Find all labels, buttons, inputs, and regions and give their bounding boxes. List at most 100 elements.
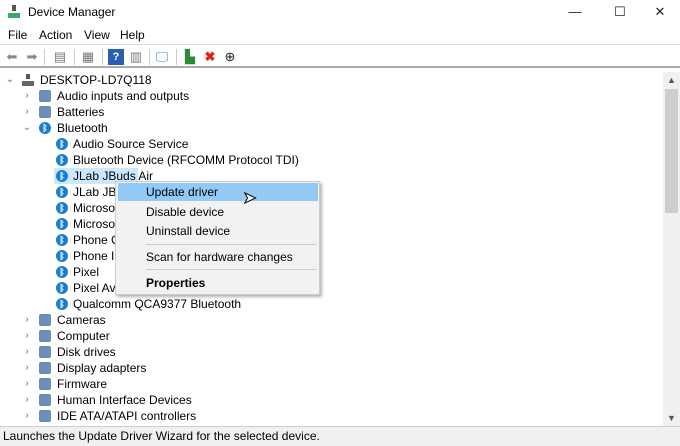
device-manager-icon (8, 5, 20, 19)
speaker-icon (39, 90, 51, 102)
minimize-button[interactable]: — (555, 0, 595, 24)
category-label: Display adapters (57, 361, 147, 375)
tree-device[interactable]: ᛒ Pixel Av (54, 280, 115, 296)
bluetooth-icon: ᛒ (56, 266, 68, 278)
chevron-down-icon[interactable]: ⌄ (22, 120, 32, 136)
scrollbar-thumb[interactable] (665, 89, 678, 213)
computer-icon (22, 74, 34, 86)
back-icon[interactable]: ⬅ (4, 49, 20, 65)
tree-device[interactable]: ᛒ Phone In (54, 248, 121, 264)
category-label: Firmware (57, 377, 107, 391)
update-driver-icon[interactable]: ▙ (182, 49, 198, 65)
device-label: Phone C (73, 233, 120, 247)
tree-category[interactable]: › Cameras (0, 312, 400, 328)
category-label: Cameras (57, 313, 106, 327)
bluetooth-icon: ᛒ (39, 122, 51, 134)
scan-hardware-icon[interactable]: 🖵 (154, 49, 170, 65)
bluetooth-icon: ᛒ (56, 186, 68, 198)
category-label: Human Interface Devices (57, 393, 192, 407)
tree-device[interactable]: ᛒ Pixel (54, 264, 99, 280)
chevron-right-icon[interactable]: › (22, 312, 32, 328)
menu-view[interactable]: View (84, 28, 110, 42)
device-label: Bluetooth Device (RFCOMM Protocol TDI) (73, 153, 299, 167)
device-label: Pixel Av (73, 281, 116, 295)
menu-item-update-driver[interactable]: Update driver (118, 183, 318, 201)
category-label: Bluetooth (57, 121, 108, 135)
chevron-right-icon[interactable]: › (22, 360, 32, 376)
scroll-up-arrow-icon[interactable]: ▲ (663, 72, 680, 88)
disk-drive-icon (39, 346, 51, 358)
close-button[interactable]: ✕ (640, 0, 680, 24)
category-label: Disk drives (57, 345, 116, 359)
category-label: IDE ATA/ATAPI controllers (57, 409, 197, 423)
tree-category[interactable]: › Audio inputs and outputs (0, 88, 400, 104)
chevron-down-icon[interactable]: ⌄ (5, 72, 15, 88)
menu-action[interactable]: Action (39, 28, 72, 42)
tree-device[interactable]: ᛒ Phone C (54, 232, 120, 248)
hid-icon (39, 394, 51, 406)
tree-category[interactable]: › Human Interface Devices (0, 392, 400, 408)
menu-file[interactable]: File (8, 28, 27, 42)
device-label: Microsof (73, 201, 119, 215)
tree-category[interactable]: › Firmware (0, 376, 400, 392)
display-adapter-icon (39, 362, 51, 374)
tree-device[interactable]: ᛒ Qualcomm QCA9377 Bluetooth (54, 296, 241, 312)
help-icon[interactable]: ? (108, 49, 124, 65)
maximize-button[interactable]: ☐ (600, 0, 640, 24)
tree-device[interactable]: ᛒ Bluetooth Device (RFCOMM Protocol TDI) (54, 152, 299, 168)
tree-device[interactable]: ᛒ Microsof (54, 216, 118, 232)
scroll-down-arrow-icon[interactable]: ▼ (663, 410, 680, 426)
bluetooth-icon: ᛒ (56, 154, 68, 166)
device-label: Audio Source Service (73, 137, 189, 151)
title-bar: Device Manager — ☐ ✕ (0, 0, 680, 24)
bluetooth-icon: ᛒ (56, 234, 68, 246)
tree-category[interactable]: › Computer (0, 328, 400, 344)
disable-icon[interactable]: ⊕ (222, 49, 238, 65)
context-menu: Update driver Disable device Uninstall d… (115, 181, 320, 295)
tree-device[interactable]: ᛒ Audio Source Service (54, 136, 188, 152)
vertical-scrollbar[interactable]: ▲ ▼ (663, 72, 680, 426)
action-pane-icon[interactable]: ▥ (128, 49, 144, 65)
toolbar-separator (176, 49, 177, 65)
mouse-cursor-icon: ➤ (242, 190, 257, 208)
tree-category[interactable]: › IDE ATA/ATAPI controllers (0, 408, 400, 424)
chevron-right-icon[interactable]: › (22, 376, 32, 392)
device-label: Microsof (73, 217, 119, 231)
bluetooth-icon: ᛒ (56, 138, 68, 150)
toolbar-separator (44, 49, 45, 65)
tree-root[interactable]: ⌄ DESKTOP-LD7Q118 (0, 72, 400, 88)
tree-category[interactable]: › Display adapters (0, 360, 400, 376)
camera-icon (39, 314, 51, 326)
toolbar-separator (102, 49, 103, 65)
toolbar: ⬅ ➡ ▤ ▦ ? ▥ 🖵 ▙ ✖ ⊕ (0, 44, 680, 68)
device-label: Qualcomm QCA9377 Bluetooth (73, 297, 242, 311)
tree-category[interactable]: › Disk drives (0, 344, 400, 360)
tree-device[interactable]: ᛒ JLab JBu (54, 184, 123, 200)
properties-icon[interactable]: ▦ (80, 49, 96, 65)
menu-item-uninstall-device[interactable]: Uninstall device (118, 222, 318, 240)
chevron-right-icon[interactable]: › (22, 392, 32, 408)
chevron-right-icon[interactable]: › (22, 104, 32, 120)
menu-item-disable-device[interactable]: Disable device (118, 203, 318, 221)
chevron-right-icon[interactable]: › (22, 344, 32, 360)
menu-item-scan-hardware[interactable]: Scan for hardware changes (118, 248, 318, 266)
status-bar: Launches the Update Driver Wizard for th… (0, 426, 680, 446)
menu-separator (146, 269, 316, 270)
chevron-right-icon[interactable]: › (22, 328, 32, 344)
bluetooth-icon: ᛒ (56, 170, 68, 182)
tree-device[interactable]: ᛒ Microsof (54, 200, 118, 216)
window-title: Device Manager (28, 5, 116, 19)
bluetooth-icon: ᛒ (56, 218, 68, 230)
chevron-right-icon[interactable]: › (22, 88, 32, 104)
show-hide-console-tree-icon[interactable]: ▤ (52, 49, 68, 65)
forward-icon[interactable]: ➡ (24, 49, 40, 65)
monitor-icon (39, 330, 51, 342)
chevron-right-icon[interactable]: › (22, 408, 32, 424)
menu-help[interactable]: Help (120, 28, 145, 42)
bluetooth-icon: ᛒ (56, 282, 68, 294)
tree-category[interactable]: › Batteries (0, 104, 400, 120)
menu-item-properties[interactable]: Properties (118, 274, 318, 292)
tree-category-bluetooth[interactable]: ⌄ ᛒ Bluetooth (0, 120, 400, 136)
category-label: Computer (57, 329, 110, 343)
uninstall-icon[interactable]: ✖ (202, 49, 218, 65)
